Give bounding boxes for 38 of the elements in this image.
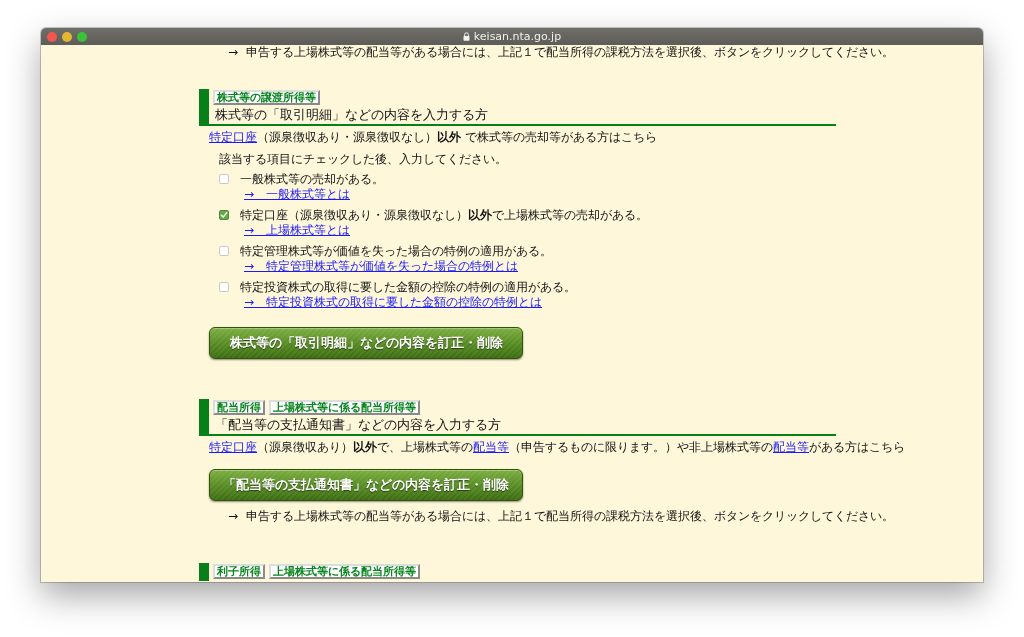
text-link[interactable]: 配当等 (773, 440, 809, 454)
checkbox[interactable] (219, 246, 229, 256)
option-label: 特定管理株式等が価値を失った場合の特例の適用がある。 (240, 244, 552, 258)
section-heading: 「配当等の支払通知書」などの内容を入力する方 (214, 416, 501, 434)
arrow-icon: → (228, 45, 239, 59)
category-tag: 上場株式等に係る配当所得等 (269, 564, 420, 579)
instruction-text: 該当する項目にチェックした後、入力してください。 (219, 152, 507, 166)
arrow-icon: → (228, 509, 239, 523)
info-link[interactable]: → 上場株式等とは (244, 223, 351, 237)
zoom-button[interactable] (77, 31, 87, 42)
intro-text: 特定口座（源泉徴収あり・源泉徴収なし）以外 で株式等の売却等がある方はこちら (208, 130, 657, 144)
category-tag: 上場株式等に係る配当所得等 (269, 400, 420, 415)
info-link[interactable]: → 一般株式等とは (244, 187, 351, 201)
info-link[interactable]: → 特定管理株式等が価値を失った場合の特例とは (244, 259, 519, 273)
text-link[interactable]: 特定口座 (209, 130, 257, 144)
lock-icon (462, 32, 470, 41)
category-tag: 配当所得 (213, 400, 265, 415)
note-text: 申告する上場株式等の配当等がある場合には、上記１で配当所得の課税方法を選択後、ボタンをクリックしてください。 (246, 45, 895, 59)
checkbox[interactable] (219, 210, 229, 220)
minimize-button[interactable] (62, 31, 72, 42)
option-label: 特定口座（源泉徴収あり・源泉徴収なし）以外で上場株式等の売却がある。 (240, 208, 648, 222)
edit-delete-button[interactable]: 株式等の「取引明細」などの内容を訂正・削除 (209, 327, 523, 359)
option-label: 特定投資株式の取得に要した金額の控除の特例の適用がある。 (240, 280, 576, 294)
category-tag: 株式等の譲渡所得等 (213, 90, 320, 105)
category-tag: 利子所得 (213, 564, 265, 579)
section-marker (199, 563, 209, 581)
edit-delete-button[interactable]: 「配当等の支払通知書」などの内容を訂正・削除 (209, 469, 523, 501)
option-label: 一般株式等の売却がある。 (240, 172, 384, 186)
checkbox[interactable] (219, 174, 229, 184)
intro-text: 特定口座（源泉徴収あり）以外で、上場株式等の配当等（申告するものに限ります。）や非上場株式等の配当等がある方はこちら (208, 440, 905, 454)
note-text: 申告する上場株式等の配当等がある場合には、上記１で配当所得の課税方法を選択後、ボタンをクリックしてください。 (246, 509, 895, 523)
info-link[interactable]: → 特定投資株式の取得に要した金額の控除の特例とは (244, 295, 543, 309)
url-text: keisan.nta.go.jp (473, 30, 562, 43)
checkbox[interactable] (219, 282, 229, 292)
text-link[interactable]: 配当等 (473, 440, 509, 454)
close-button[interactable] (47, 31, 57, 42)
text-link[interactable]: 特定口座 (209, 440, 257, 454)
section-heading: 株式等の「取引明細」などの内容を入力する方 (214, 106, 488, 124)
